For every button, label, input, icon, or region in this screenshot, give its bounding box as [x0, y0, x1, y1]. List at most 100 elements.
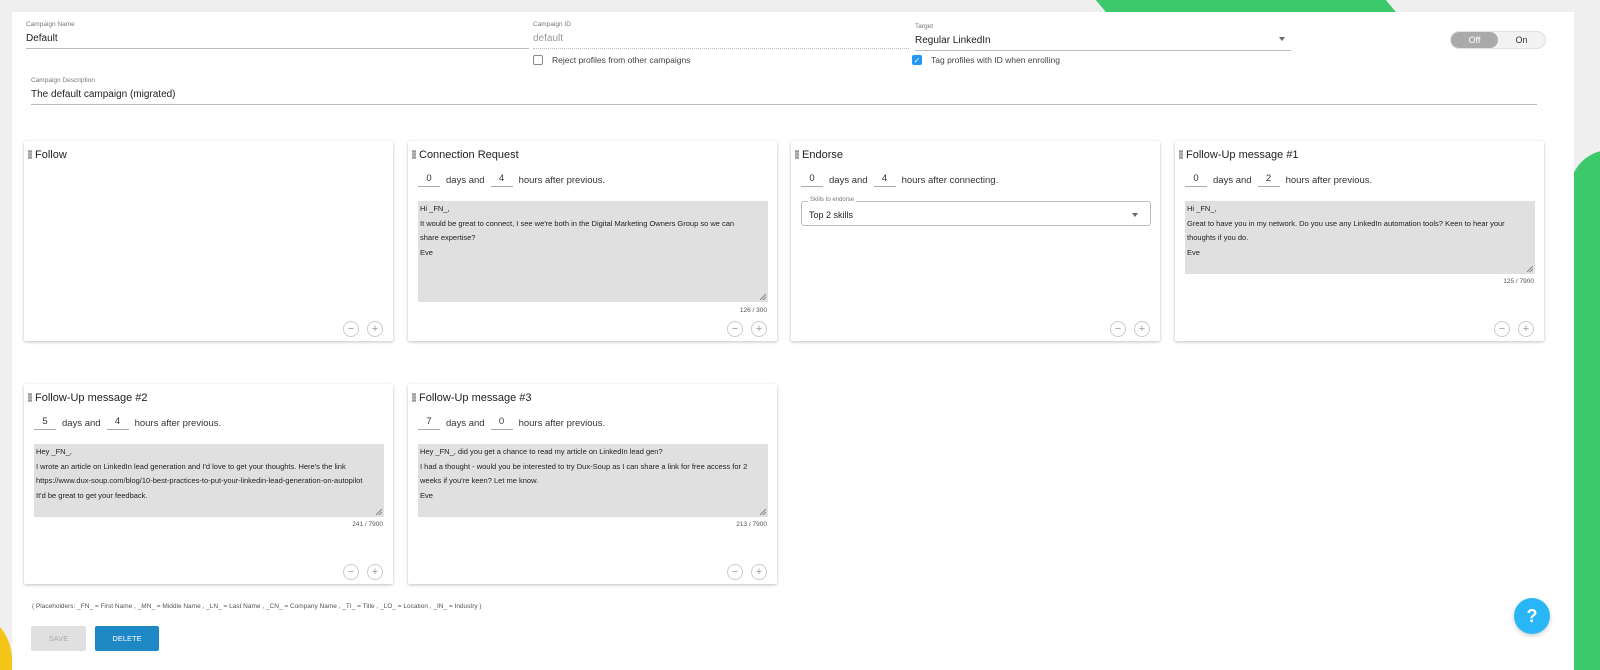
days-label: days and [446, 417, 485, 429]
message-line: Eve [420, 247, 433, 257]
drag-handle-icon[interactable] [1179, 150, 1183, 159]
campaign-name-label: Campaign Name [26, 21, 75, 28]
campaign-editor: Campaign Name Default Campaign ID defaul… [12, 12, 1574, 670]
message-line: Hey _FN_, did you get a chance to read m… [420, 447, 663, 456]
message-line: Hey _FN_, [36, 447, 72, 456]
card-title: Follow-Up message #1 [1186, 149, 1299, 161]
checkmark-icon[interactable]: ✓ [912, 55, 922, 65]
message-line: Hi _FN_, [420, 204, 450, 213]
campaign-active-toggle[interactable]: Off On [1450, 31, 1546, 49]
message-line: It would be great to connect, I see we'r… [420, 218, 735, 228]
remove-step-button[interactable]: − [1110, 321, 1126, 337]
character-counter: 125 / 7900 [1503, 278, 1534, 285]
message-line: https://www.dux-soup.com/blog/10-best-pr… [36, 476, 363, 485]
remove-step-button[interactable]: − [727, 321, 743, 337]
card-title: Follow-Up message #3 [419, 392, 532, 404]
message-textarea[interactable]: Hey _FN_, did you get a chance to read m… [418, 444, 768, 517]
drag-handle-icon[interactable] [28, 150, 32, 159]
campaign-description-input[interactable]: The default campaign (migrated) [31, 87, 1537, 105]
reject-profiles-checkbox[interactable]: Reject profiles from other campaigns [533, 55, 690, 65]
days-input[interactable]: 0 [801, 173, 823, 187]
message-textarea[interactable]: Hi _FN_, It would be great to connect, I… [418, 201, 768, 302]
delay-row: 5 days and 4 hours after previous. [34, 416, 221, 430]
delay-row: 7 days and 0 hours after previous. [418, 416, 605, 430]
add-step-button[interactable]: + [1518, 321, 1534, 337]
remove-step-button[interactable]: − [343, 564, 359, 580]
days-input[interactable]: 7 [418, 416, 440, 430]
hours-label: hours after previous. [518, 417, 606, 429]
days-label: days and [62, 417, 101, 429]
resize-grip-icon[interactable] [760, 509, 766, 515]
campaign-description-field[interactable]: Campaign Description The default campaig… [31, 77, 1537, 105]
remove-step-button[interactable]: − [1494, 321, 1510, 337]
hours-input[interactable]: 4 [490, 173, 513, 187]
days-label: days and [446, 174, 485, 186]
target-select[interactable]: Target Regular LinkedIn [915, 23, 1291, 51]
campaign-id-field: Campaign ID default [533, 21, 909, 49]
campaign-id-label: Campaign ID [533, 21, 571, 28]
hours-input[interactable]: 4 [106, 416, 129, 430]
target-value[interactable]: Regular LinkedIn [915, 33, 1291, 51]
skills-to-endorse-select[interactable]: Skills to endorse Top 2 skills [801, 197, 1151, 226]
toggle-off-option[interactable]: Off [1451, 32, 1498, 48]
hours-label: hours after connecting. [901, 174, 999, 186]
remove-step-button[interactable]: − [343, 321, 359, 337]
card-title: Follow [35, 149, 67, 161]
chevron-down-icon [1279, 37, 1285, 41]
add-step-button[interactable]: + [1134, 321, 1150, 337]
add-step-button[interactable]: + [367, 564, 383, 580]
character-counter: 126 / 300 [739, 307, 767, 314]
delay-row: 0 days and 4 hours after connecting. [801, 173, 998, 187]
step-card-follow: Follow − + [24, 141, 393, 341]
hours-input[interactable]: 4 [873, 173, 896, 187]
resize-grip-icon[interactable] [760, 294, 766, 300]
drag-handle-icon[interactable] [412, 150, 416, 159]
skills-label: Skills to endorse [808, 197, 857, 203]
days-label: days and [829, 174, 868, 186]
hours-label: hours after previous. [1285, 174, 1373, 186]
toggle-on-option[interactable]: On [1498, 32, 1545, 48]
step-card-follow-up-1: Follow-Up message #1 0 days and 2 hours … [1175, 141, 1544, 341]
skills-value: Top 2 skills [809, 210, 854, 220]
add-step-button[interactable]: + [367, 321, 383, 337]
drag-handle-icon[interactable] [795, 150, 799, 159]
message-line: share expertise? [420, 233, 476, 242]
remove-step-button[interactable]: − [727, 564, 743, 580]
message-line: Great to have you in my network. Do you … [1187, 218, 1505, 228]
delete-button[interactable]: DELETE [95, 626, 159, 651]
tag-profiles-checkbox[interactable]: ✓ Tag profiles with ID when enrolling [912, 55, 1060, 65]
decorative-yellow-shape [0, 608, 12, 670]
save-button[interactable]: SAVE [31, 626, 86, 651]
delay-row: 0 days and 2 hours after previous. [1185, 173, 1372, 187]
hours-input[interactable]: 2 [1257, 173, 1280, 187]
campaign-id-input: default [533, 31, 909, 49]
step-card-endorse: Endorse 0 days and 4 hours after connect… [791, 141, 1160, 341]
campaign-name-input[interactable]: Default [26, 31, 529, 49]
chevron-down-icon [1132, 213, 1138, 217]
add-step-button[interactable]: + [751, 564, 767, 580]
delay-row: 0 days and 4 hours after previous. [418, 173, 605, 187]
days-input[interactable]: 0 [418, 173, 440, 187]
card-title: Connection Request [419, 149, 519, 161]
hours-input[interactable]: 0 [490, 416, 513, 430]
message-line: I had a thought - would you be intereste… [420, 461, 748, 471]
help-icon[interactable]: ? [1514, 598, 1550, 634]
campaign-name-field[interactable]: Campaign Name Default [26, 21, 529, 49]
message-line: It'd be great to get your feedback. [36, 490, 148, 500]
card-title: Follow-Up message #2 [35, 392, 148, 404]
message-textarea[interactable]: Hey _FN_, I wrote an article on LinkedIn… [34, 444, 384, 517]
drag-handle-icon[interactable] [28, 393, 32, 402]
tag-profiles-label: Tag profiles with ID when enrolling [931, 55, 1060, 65]
message-line: Eve [1187, 247, 1200, 257]
message-line: I wrote an article on LinkedIn lead gene… [36, 461, 346, 471]
hours-label: hours after previous. [134, 417, 222, 429]
checkbox-unchecked-icon[interactable] [533, 55, 543, 65]
add-step-button[interactable]: + [751, 321, 767, 337]
resize-grip-icon[interactable] [1527, 266, 1533, 272]
resize-grip-icon[interactable] [376, 509, 382, 515]
days-input[interactable]: 5 [34, 416, 56, 430]
days-input[interactable]: 0 [1185, 173, 1207, 187]
drag-handle-icon[interactable] [412, 393, 416, 402]
hours-label: hours after previous. [518, 174, 606, 186]
message-textarea[interactable]: Hi _FN_, Great to have you in my network… [1185, 201, 1535, 274]
